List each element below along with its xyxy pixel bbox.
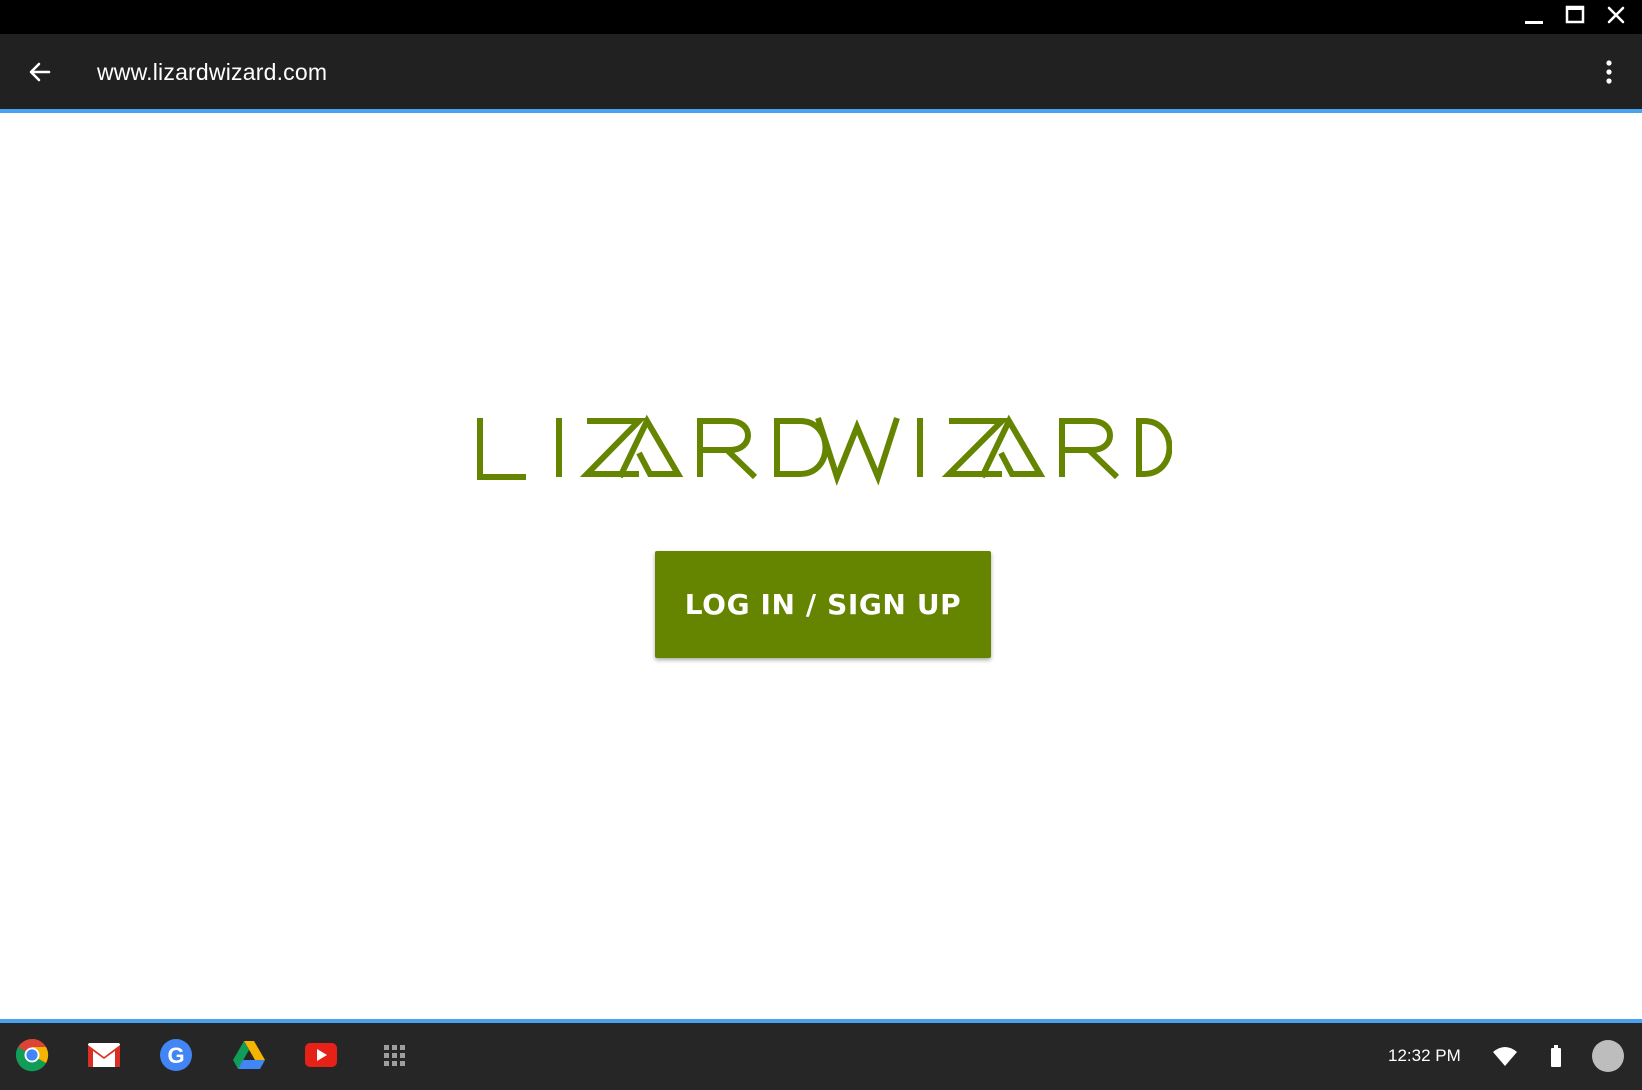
screen: www.lizardwizard.com LOG IN / SIGN UP G … (0, 0, 1642, 1090)
app-bar: www.lizardwizard.com (0, 34, 1642, 109)
app-launcher-icon[interactable] (376, 1037, 412, 1073)
shelf: G 12:32 PM (0, 1023, 1642, 1090)
page-content: LOG IN / SIGN UP (0, 113, 1642, 1019)
lizard-wizard-logo (472, 413, 1173, 493)
avatar[interactable] (1592, 1040, 1624, 1072)
battery-icon[interactable] (1541, 1041, 1571, 1071)
page-url: www.lizardwizard.com (97, 59, 328, 85)
window-title-bar (0, 0, 1642, 34)
drive-icon[interactable] (231, 1037, 267, 1073)
svg-text:G: G (167, 1043, 184, 1068)
arrow-back-icon[interactable] (20, 52, 60, 92)
chrome-icon[interactable] (14, 1037, 50, 1073)
minimize-icon[interactable] (1517, 0, 1551, 30)
youtube-icon[interactable] (303, 1037, 339, 1073)
google-icon[interactable]: G (158, 1037, 194, 1073)
maximize-icon[interactable] (1558, 0, 1592, 30)
close-icon[interactable] (1599, 0, 1633, 30)
status-clock[interactable]: 12:32 PM (1388, 1045, 1461, 1067)
gmail-icon[interactable] (86, 1037, 122, 1073)
more-vert-icon[interactable] (1590, 53, 1628, 91)
login-signup-button[interactable]: LOG IN / SIGN UP (655, 551, 991, 658)
wifi-icon[interactable] (1490, 1041, 1520, 1071)
